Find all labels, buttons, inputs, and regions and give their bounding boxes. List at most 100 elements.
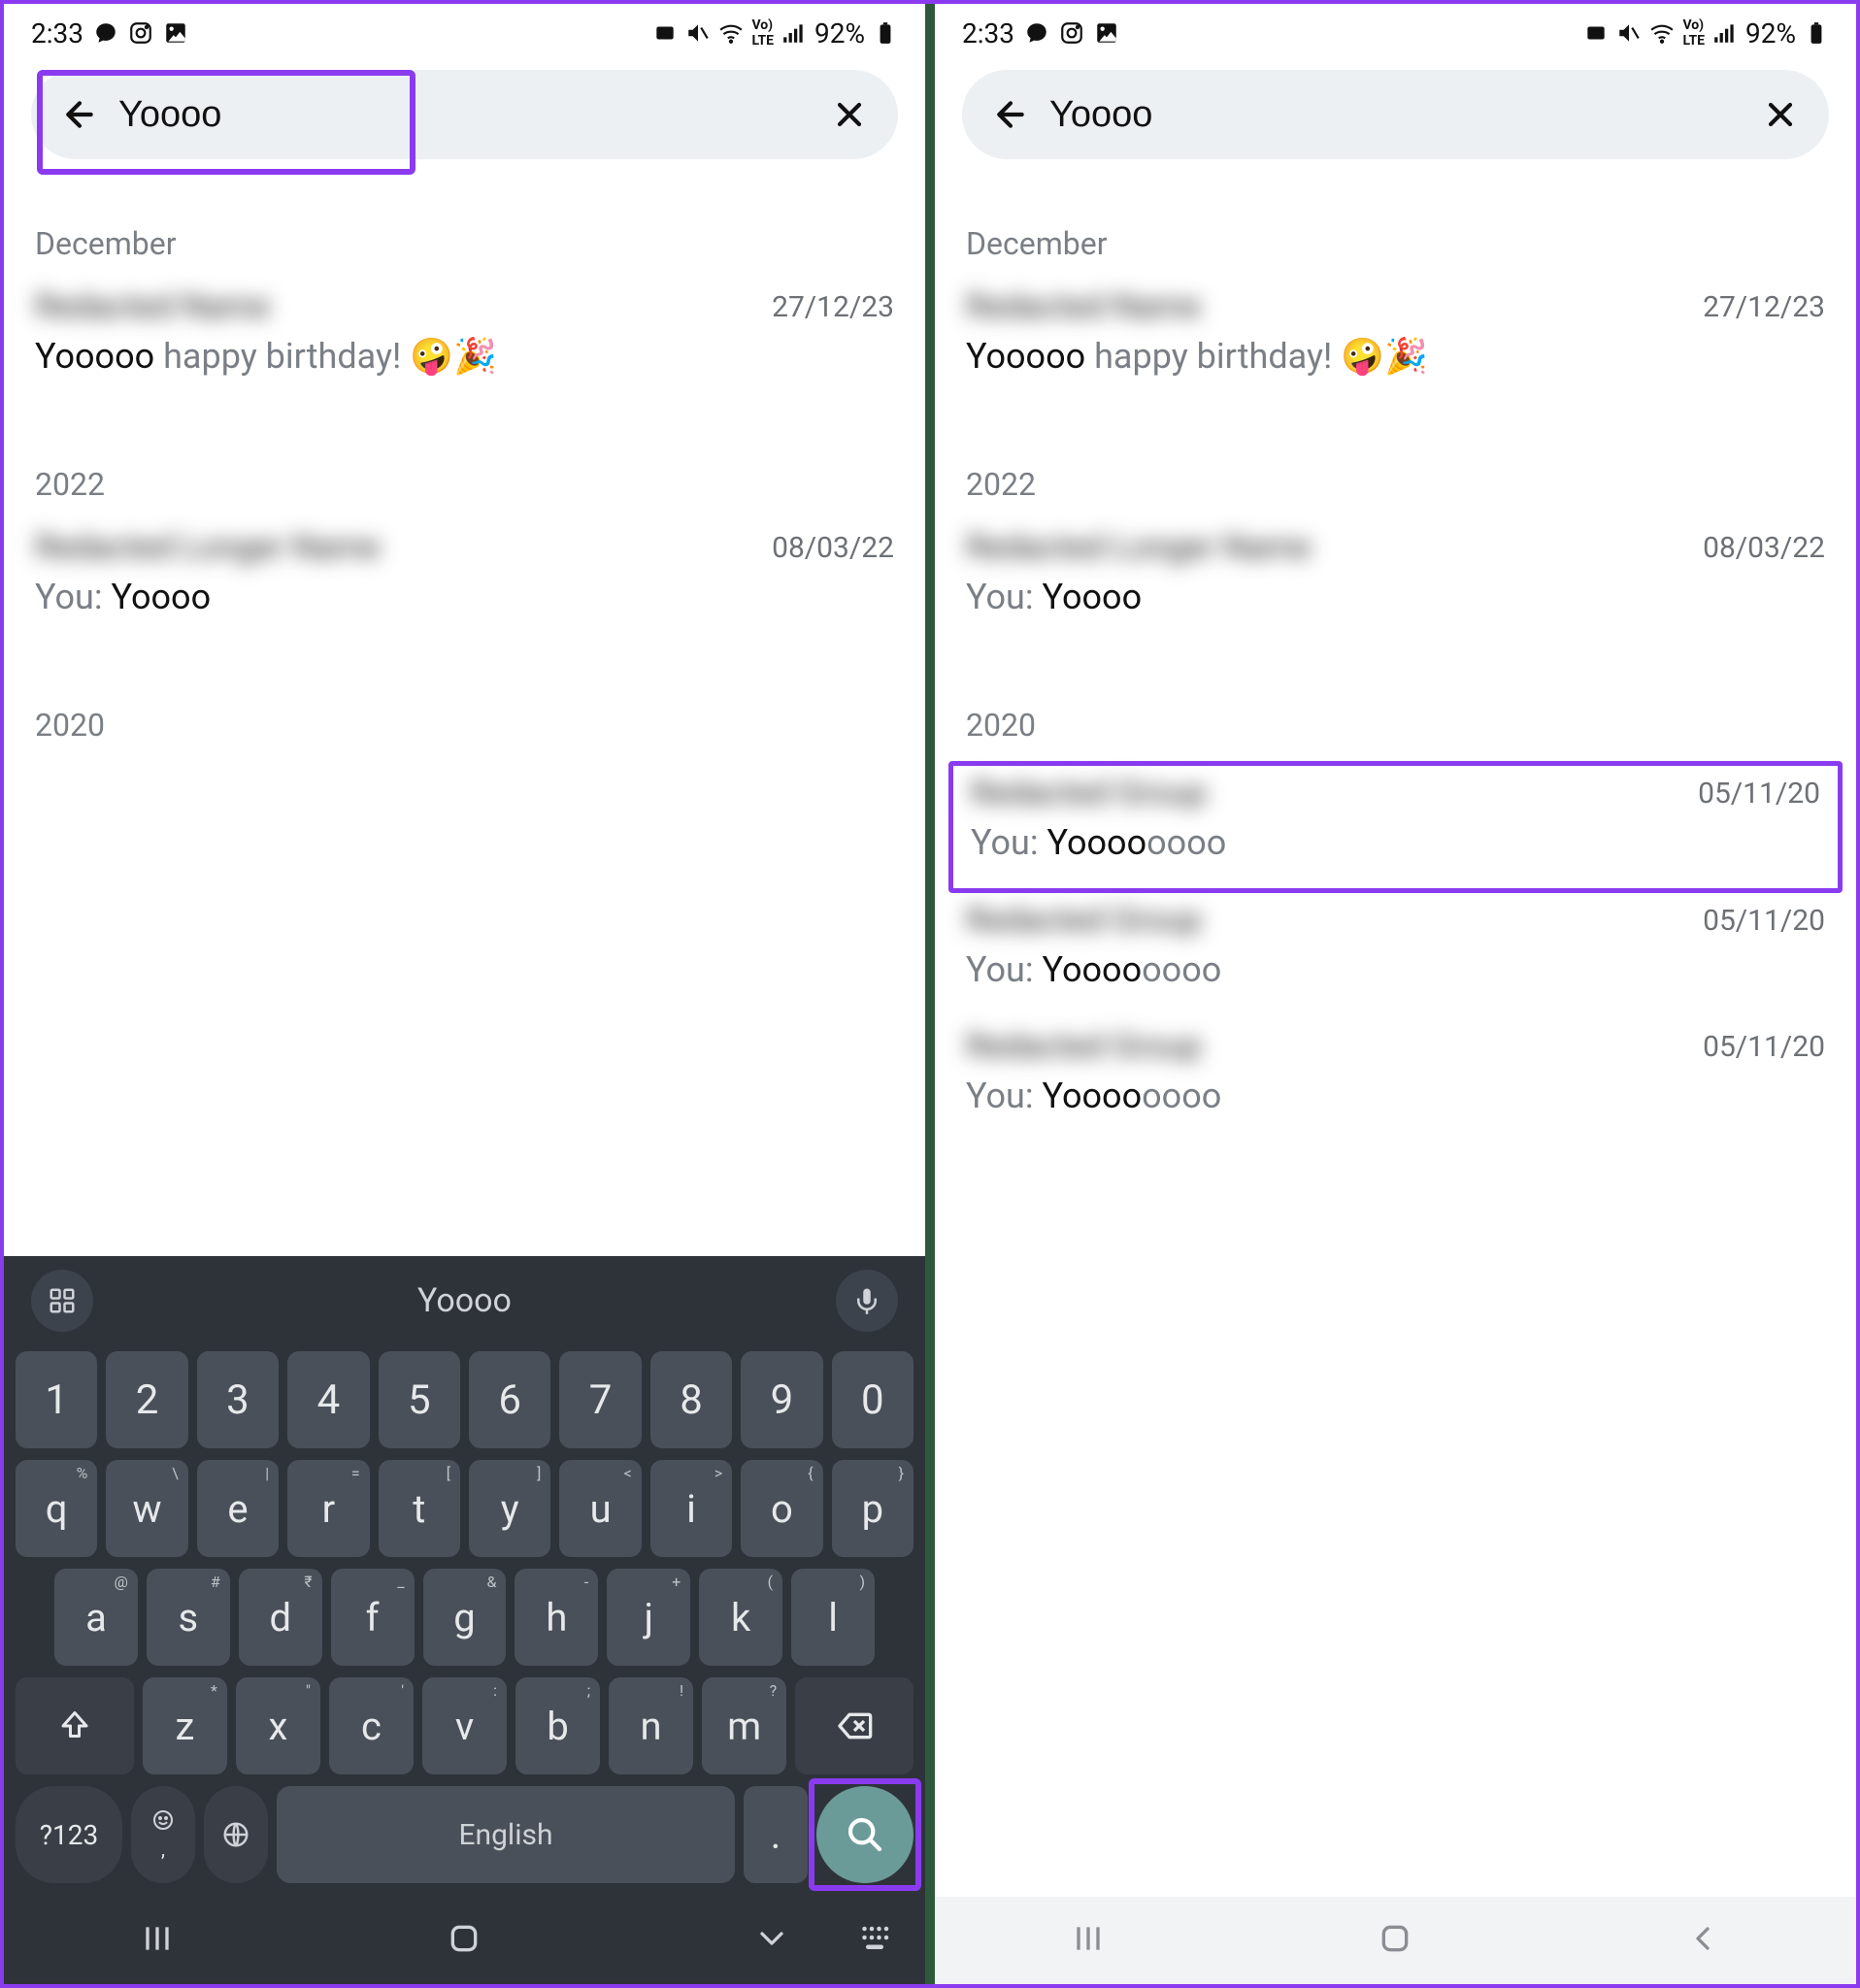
key-o[interactable]: o{ <box>741 1460 822 1557</box>
key-b[interactable]: b; <box>515 1677 600 1774</box>
battery-percent: 92% <box>814 17 865 50</box>
system-nav-bar[interactable] <box>4 1897 925 1984</box>
key-period[interactable]: . <box>744 1786 808 1883</box>
search-result-item[interactable]: Redacted Group05/11/20You: Yoooooooo <box>958 1019 1833 1145</box>
clear-icon[interactable] <box>830 95 869 134</box>
wifi-icon <box>1649 20 1675 46</box>
key-language[interactable] <box>204 1786 268 1883</box>
contact-name: Redacted Group <box>971 774 1207 812</box>
back-arrow-icon[interactable] <box>60 95 99 134</box>
status-bar: 2:33 Vo)LTE 92% <box>4 4 925 62</box>
image-icon <box>163 20 188 46</box>
key-1[interactable]: 1 <box>16 1351 97 1448</box>
search-result-item[interactable]: Redacted Longer Name08/03/22You: Yoooo <box>27 520 902 646</box>
key-4[interactable]: 4 <box>287 1351 369 1448</box>
image-icon <box>1094 20 1119 46</box>
search-input[interactable] <box>118 94 811 136</box>
key-n[interactable]: n! <box>609 1677 693 1774</box>
key-0[interactable]: 0 <box>832 1351 913 1448</box>
section-header: December <box>35 225 894 262</box>
wifi-icon <box>718 20 744 46</box>
volte-icon: Vo)LTE <box>1682 17 1705 49</box>
key-q[interactable]: q% <box>16 1460 97 1557</box>
key-i[interactable]: i> <box>650 1460 732 1557</box>
signal-icon <box>781 20 807 46</box>
key-l[interactable]: l) <box>791 1569 875 1666</box>
key-space[interactable]: English <box>277 1786 735 1883</box>
key-9[interactable]: 9 <box>741 1351 822 1448</box>
search-result-item[interactable]: Redacted Group05/11/20You: Yoooooooo <box>958 893 1833 1019</box>
battery-icon <box>1804 20 1829 46</box>
search-results-left[interactable]: December Redacted Name27/12/23Yooooo happ… <box>4 165 925 1256</box>
key-e[interactable]: e| <box>197 1460 279 1557</box>
keyboard-apps-icon[interactable] <box>31 1270 93 1332</box>
search-result-item[interactable]: Redacted Name27/12/23Yooooo happy birthd… <box>27 280 902 406</box>
result-message: You: Yoooooooo <box>966 1076 1825 1116</box>
key-backspace[interactable] <box>795 1677 913 1774</box>
clear-icon[interactable] <box>1761 95 1800 134</box>
contact-name: Redacted Name <box>35 287 270 326</box>
search-bar[interactable] <box>962 70 1829 159</box>
key-p[interactable]: p} <box>832 1460 913 1557</box>
contact-name: Redacted Name <box>966 287 1201 326</box>
back-arrow-icon[interactable] <box>991 95 1030 134</box>
nav-back-icon[interactable] <box>1683 1919 1722 1962</box>
key-z[interactable]: z* <box>143 1677 227 1774</box>
key-search[interactable] <box>816 1786 913 1883</box>
key-w[interactable]: w\ <box>106 1460 187 1557</box>
search-result-item[interactable]: Redacted Longer Name08/03/22You: Yoooo <box>958 520 1833 646</box>
key-a[interactable]: a@ <box>54 1569 138 1666</box>
key-numbers-toggle[interactable]: ?123 <box>16 1786 122 1883</box>
result-date: 05/11/20 <box>1703 1030 1825 1064</box>
key-y[interactable]: y] <box>469 1460 550 1557</box>
key-shift[interactable] <box>16 1677 134 1774</box>
nav-home-icon[interactable] <box>445 1919 483 1962</box>
nav-home-icon[interactable] <box>1376 1919 1414 1962</box>
mic-icon[interactable] <box>836 1270 898 1332</box>
key-g[interactable]: g& <box>423 1569 507 1666</box>
result-date: 27/12/23 <box>1703 290 1825 324</box>
status-time: 2:33 <box>31 17 83 50</box>
key-t[interactable]: t[ <box>379 1460 460 1557</box>
key-c[interactable]: c' <box>329 1677 414 1774</box>
key-r[interactable]: r= <box>287 1460 369 1557</box>
key-8[interactable]: 8 <box>650 1351 732 1448</box>
key-f[interactable]: f_ <box>331 1569 415 1666</box>
key-h[interactable]: h- <box>515 1569 598 1666</box>
search-results-right[interactable]: DecemberRedacted Name27/12/23Yooooo happ… <box>935 165 1856 1897</box>
keyboard-suggestion[interactable]: Yoooo <box>417 1281 512 1320</box>
section-header: 2022 <box>35 466 894 503</box>
instagram-icon <box>128 20 153 46</box>
key-k[interactable]: k( <box>699 1569 782 1666</box>
key-emoji[interactable]: , <box>131 1786 195 1883</box>
key-u[interactable]: u< <box>559 1460 641 1557</box>
key-3[interactable]: 3 <box>197 1351 279 1448</box>
key-x[interactable]: x" <box>236 1677 320 1774</box>
key-d[interactable]: d₹ <box>239 1569 322 1666</box>
result-date: 05/11/20 <box>1698 777 1820 811</box>
system-nav-bar[interactable] <box>935 1897 1856 1984</box>
key-s[interactable]: s# <box>147 1569 230 1666</box>
search-bar[interactable] <box>31 70 898 159</box>
search-input[interactable] <box>1049 94 1742 136</box>
volte-icon: Vo)LTE <box>751 17 774 49</box>
key-7[interactable]: 7 <box>559 1351 641 1448</box>
nav-keyboard-icon[interactable] <box>857 1920 892 1959</box>
key-j[interactable]: j+ <box>607 1569 690 1666</box>
nav-recents-icon[interactable] <box>138 1919 177 1962</box>
nav-recents-icon[interactable] <box>1069 1919 1108 1962</box>
key-v[interactable]: v: <box>422 1677 507 1774</box>
status-bar: 2:33 Vo)LTE 92% <box>935 4 1856 62</box>
key-2[interactable]: 2 <box>106 1351 187 1448</box>
card-icon <box>652 20 678 46</box>
key-5[interactable]: 5 <box>379 1351 460 1448</box>
search-result-item[interactable]: Redacted Group05/11/20You: Yoooooooo <box>948 761 1843 893</box>
on-screen-keyboard[interactable]: Yoooo 1234567890 q%w\e|r=t[y]u<i>o{p} a@… <box>4 1256 925 1897</box>
key-m[interactable]: m? <box>702 1677 786 1774</box>
section-header: December <box>966 225 1825 262</box>
nav-back-icon[interactable] <box>752 1919 791 1962</box>
status-time: 2:33 <box>962 17 1014 50</box>
section-header: 2022 <box>966 466 1825 503</box>
key-6[interactable]: 6 <box>469 1351 550 1448</box>
search-result-item[interactable]: Redacted Name27/12/23Yooooo happy birthd… <box>958 280 1833 406</box>
